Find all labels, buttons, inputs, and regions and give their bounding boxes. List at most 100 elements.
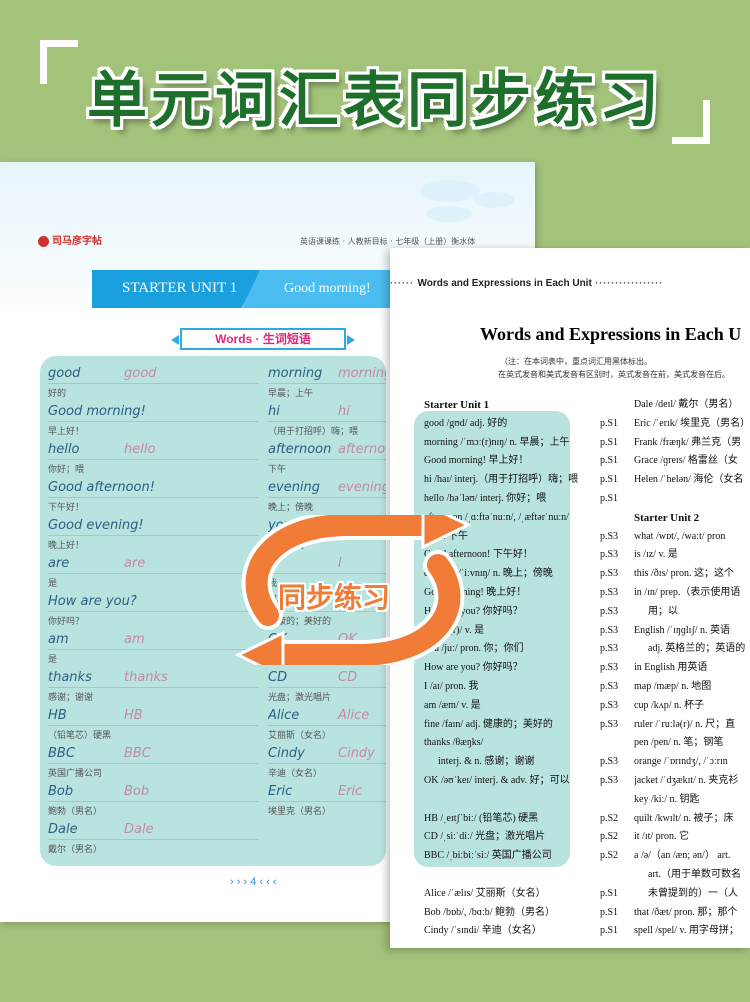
vocab-entry-text: thanks /θæŋks/ — [424, 737, 484, 749]
vocab-entry-text: fine /faɪn/ adj. 健康的；美好的 — [424, 718, 553, 730]
vocab-entry-text: hi /haɪ/ interj.（用于打招呼）嗨；喂 — [424, 474, 579, 486]
vocab-entry: morning /ˈmɔː(r)nɪŋ/ n. 早晨；上午 p.S1 — [424, 434, 624, 453]
word-text: Good morning! — [48, 404, 146, 419]
cloud-icon — [474, 192, 514, 208]
word-trace: Alice — [338, 708, 370, 723]
word-trace: HB — [124, 708, 143, 723]
word-text: Cindy — [268, 746, 305, 761]
vocab-page-ref: p.S3 — [600, 605, 619, 617]
word-meaning: （铅笔芯）硬黑 — [48, 731, 112, 741]
vocab-entry: OK /əʊˈkeɪ/ interj. & adv. 好；可以 p.S3 — [424, 772, 624, 791]
word-entry: hi hi （用于打招呼）嗨；喂 — [268, 402, 386, 440]
vocab-entry: jacket /ˈdʒækɪt/ n. 夹克衫 — [634, 774, 739, 786]
vocab-entry-text: Alice /ˈælɪs/ 艾丽斯（女名） — [424, 887, 546, 899]
word-entry: Good afternoon! 下午好！ — [48, 478, 258, 516]
vocab-entry: 未曾提到的）一（人 — [648, 887, 738, 899]
vocab-note-1: （注：在本词表中，重点词汇用黑体标出。 — [500, 357, 652, 366]
vocab-entry: Grace /ɡreɪs/ 格雷丝（女 — [634, 455, 738, 467]
word-trace: Bob — [124, 784, 150, 799]
vocab-header-text: Words and Expressions in Each Unit — [417, 278, 592, 289]
word-meaning: 埃里克（男名） — [268, 807, 332, 817]
word-trace: am — [124, 632, 145, 647]
word-trace: afternoon — [338, 442, 386, 457]
cloud-icon — [426, 206, 472, 222]
vocab-page-ref: p.S1 — [600, 925, 619, 937]
vocab-page-ref: p.S1 — [600, 906, 619, 918]
word-entry: How are you? 你好吗？ — [48, 592, 258, 630]
vocab-page-ref: p.S3 — [600, 699, 619, 711]
word-trace: evening — [338, 480, 386, 495]
vocab-entry: HB /ˌeɪtʃˈbiː/ (铅笔芯) 硬黑 p.S2 — [424, 810, 624, 829]
word-meaning: 晚上；傍晚 — [268, 503, 314, 513]
word-text: How are you? — [48, 594, 137, 609]
guide-line — [48, 649, 258, 650]
word-meaning: 你好；喂 — [48, 465, 85, 475]
vocab-entry-text: OK /əʊˈkeɪ/ interj. & adv. 好；可以 — [424, 774, 570, 786]
vocab-entry: hello /həˈləʊ/ interj. 你好；喂 p.S1 — [424, 490, 624, 509]
vocab-entry — [634, 490, 750, 509]
word-meaning: 你好吗？ — [48, 617, 85, 627]
unit-heading: Starter Unit 1 — [424, 399, 490, 411]
word-text: afternoon — [268, 442, 332, 457]
vocab-entry: ruler /ˈruːlə(r)/ n. 尺；直 — [634, 718, 736, 730]
vocab-page-ref: p.S1 — [600, 436, 619, 448]
word-text: Eric — [268, 784, 293, 799]
vocab-entry: BBC /ˌbiːbiːˈsiː/ 英国广播公司 p.S2 — [424, 847, 624, 866]
word-meaning: 光盘；激光唱片 — [268, 693, 332, 703]
vocab-entry: Frank /fræŋk/ 弗兰克（男 — [634, 436, 742, 448]
vocab-entry: that /ðæt/ pron. 那；那个 — [634, 906, 738, 918]
vocab-page-ref: p.S3 — [600, 568, 619, 580]
vocab-entry: a /ə/（an /æn; ən/） art. — [634, 850, 731, 862]
vocab-entry: fine /faɪn/ adj. 健康的；美好的 p.S3 — [424, 716, 624, 735]
vocab-entry-text: BBC /ˌbiːbiːˈsiː/ 英国广播公司 — [424, 850, 552, 862]
vocab-entry-text: good /gʊd/ adj. 好的 — [424, 417, 508, 429]
guide-line — [268, 383, 386, 384]
guide-line — [268, 725, 386, 726]
word-meaning: 早上好！ — [48, 427, 85, 437]
word-meaning: 鲍勃（男名） — [48, 807, 103, 817]
vocab-entry: Helen /ˈhelən/ 海伦（女名 — [634, 474, 744, 486]
vocab-page-ref: p.S2 — [600, 812, 619, 824]
page-number-value: 4 — [250, 876, 257, 888]
word-meaning: 感谢；谢谢 — [48, 693, 94, 703]
vocab-entry: interj. & n. 感谢；谢谢 p.S3 — [424, 753, 624, 772]
vocab-entry: adj. 英格兰的；英语的 — [648, 643, 746, 655]
vocab-entry: this /ðɪs/ pron. 这；这个 — [634, 568, 735, 580]
vocab-page-ref: p.S3 — [600, 680, 619, 692]
word-text: hi — [268, 404, 280, 419]
word-entry: CD CD 光盘；激光唱片 — [268, 668, 386, 706]
vocab-entry: I /aɪ/ pron. 我 p.S3 — [424, 678, 624, 697]
brand-name: 司马彦字帖 — [52, 236, 102, 247]
vocab-page-ref: p.S2 — [600, 850, 619, 862]
vocab-entry — [424, 866, 624, 885]
guide-line — [268, 763, 386, 764]
vocab-entry-text: CD /ˌsiːˈdiː/ 光盘；激光唱片 — [424, 831, 546, 843]
vocab-page-ref: p.S1 — [600, 887, 619, 899]
word-entry: Good morning! 早上好！ — [48, 402, 258, 440]
vocab-entry: Cindy /ˈsɪndi/ 辛迪（女名） p.S1 — [424, 922, 624, 941]
vocab-page-ref: p.S1 — [600, 455, 619, 467]
word-trace: Eric — [338, 784, 363, 799]
vocab-entry — [424, 791, 624, 810]
word-column-1: good good 好的 Good morning! 早上好！ hello hello 你好；… — [48, 364, 258, 858]
guide-line — [48, 573, 258, 574]
word-text: Bob — [48, 784, 74, 799]
vocab-entry-text: Bob /bɒb/, /bɑːb/ 鲍勃（男名） — [424, 906, 556, 918]
word-meaning: 艾丽斯（女名） — [268, 731, 332, 741]
guide-line — [48, 383, 258, 384]
word-entry: hello hello 你好；喂 — [48, 440, 258, 478]
vocab-column-a: Starter Unit 1 good /gʊd/ adj. 好的 p.S1 mor… — [424, 396, 624, 941]
vocab-page-ref: p.S1 — [600, 474, 619, 486]
word-entry: BBC BBC 英国广播公司 — [48, 744, 258, 782]
vocab-page-ref: p.S3 — [600, 530, 619, 542]
brand: 司马彦字帖 — [38, 232, 102, 247]
vocab-entry: thanks /θæŋks/ — [424, 734, 624, 753]
vocab-entry: English /ˈɪŋɡlɪʃ/ n. 英语 — [634, 624, 731, 636]
vocab-entry: pen /pen/ n. 笔；钢笔 — [634, 737, 724, 749]
word-trace: hello — [124, 442, 156, 457]
vocab-entry: spell /spel/ v. 用字母拼； — [634, 925, 739, 937]
guide-line — [48, 687, 258, 688]
vocab-title: Words and Expressions in Each U — [480, 324, 742, 344]
word-text: good — [48, 366, 81, 381]
vocab-entry: cup /kʌp/ n. 杯子 — [634, 699, 704, 711]
